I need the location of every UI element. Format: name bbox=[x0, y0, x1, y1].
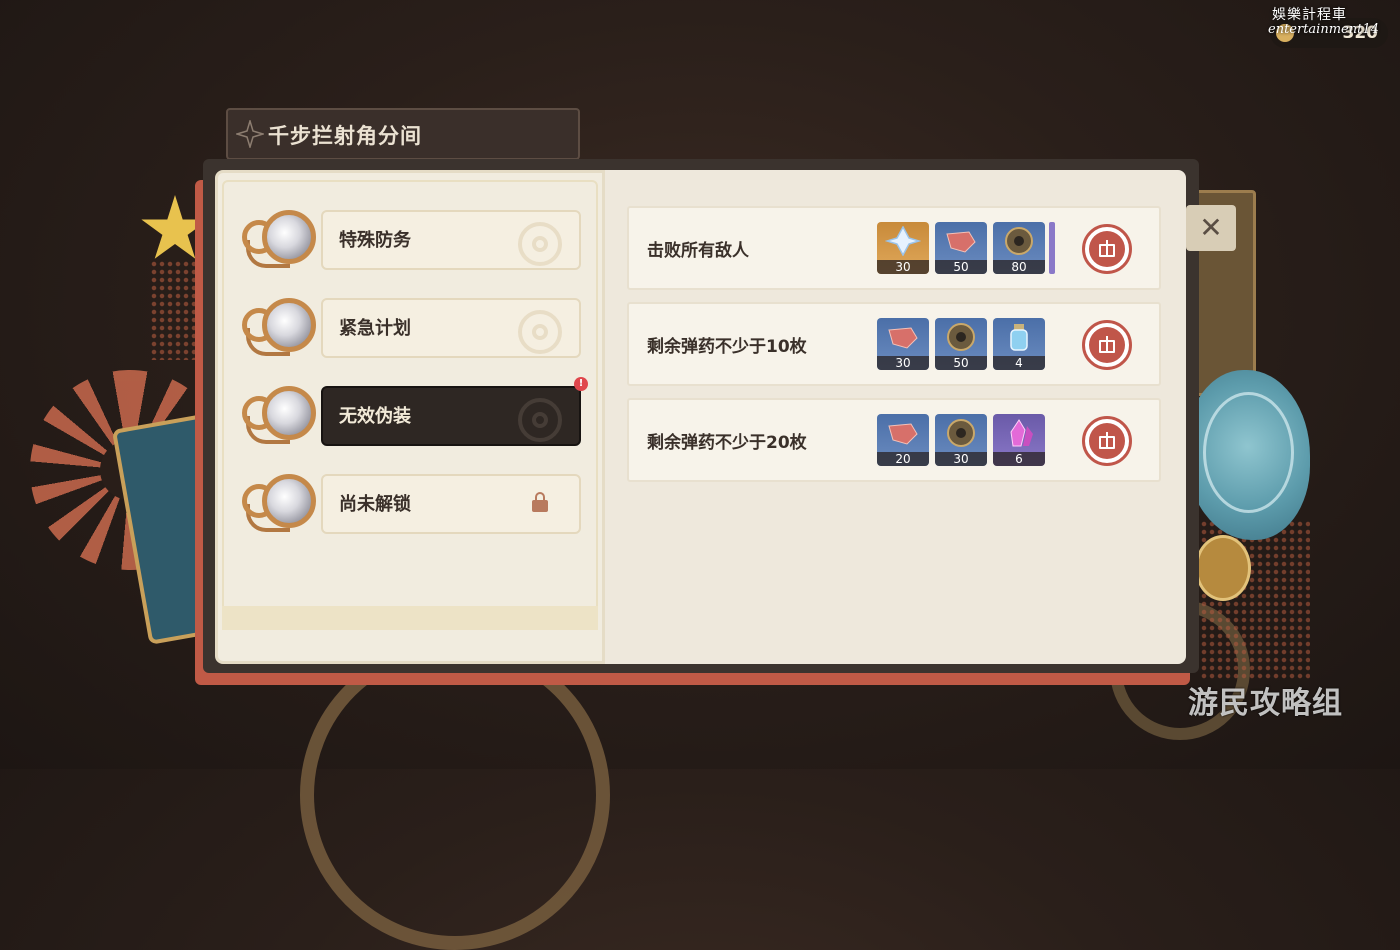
target-icon bbox=[518, 398, 562, 442]
hero-wit-icon[interactable]: 30 bbox=[877, 318, 929, 370]
level-label: 尚未解锁 bbox=[339, 494, 411, 515]
level-list-footer-ornament bbox=[222, 606, 598, 630]
medal-icon bbox=[240, 470, 316, 534]
compass-star-icon bbox=[236, 120, 264, 148]
target-icon bbox=[518, 310, 562, 354]
claim-reward-button[interactable] bbox=[1082, 224, 1132, 274]
lock-icon bbox=[532, 492, 548, 512]
task-description: 击败所有敌人 bbox=[647, 241, 749, 261]
reward-count: 30 bbox=[877, 356, 929, 370]
reward-count: 30 bbox=[935, 452, 987, 466]
task-row-3: 剩余弹药不少于20枚 20 30 6 bbox=[627, 398, 1161, 482]
wax-seal-decoration bbox=[1185, 370, 1310, 540]
claim-reward-button[interactable] bbox=[1082, 320, 1132, 370]
gift-icon bbox=[1089, 423, 1125, 459]
hero-wit-icon[interactable]: 50 bbox=[935, 222, 987, 274]
reward-count: 30 bbox=[877, 260, 929, 274]
medal-icon bbox=[240, 206, 316, 270]
watermark-top: 娛樂計程車 bbox=[1272, 7, 1347, 23]
gift-icon bbox=[1089, 231, 1125, 267]
watermark-logo: 游民攻略组 bbox=[1188, 686, 1343, 721]
watermark-top-sub: entertainment14 bbox=[1268, 22, 1379, 37]
claim-reward-button[interactable] bbox=[1082, 416, 1132, 466]
level-label: 特殊防务 bbox=[339, 230, 411, 251]
reward-overflow-edge bbox=[1049, 222, 1055, 274]
reward-count: 6 bbox=[993, 452, 1045, 466]
medal-icon bbox=[240, 294, 316, 358]
reward-count: 20 bbox=[877, 452, 929, 466]
task-description: 剩余弹药不少于10枚 bbox=[647, 337, 807, 357]
reward-count: 50 bbox=[935, 260, 987, 274]
coin-decoration bbox=[1195, 535, 1251, 601]
task-row-2: 剩余弹药不少于10枚 30 50 4 bbox=[627, 302, 1161, 386]
reward-count: 80 bbox=[993, 260, 1045, 274]
event-title-plate: 千步拦射角分间 bbox=[226, 108, 580, 160]
task-description: 剩余弹药不少于20枚 bbox=[647, 433, 807, 453]
close-button[interactable]: ✕ bbox=[1186, 205, 1236, 251]
reward-count: 50 bbox=[935, 356, 987, 370]
mystic-ore-icon[interactable]: 80 bbox=[993, 222, 1045, 274]
level-item-1[interactable]: 特殊防务 bbox=[236, 204, 581, 270]
gift-icon bbox=[1089, 327, 1125, 363]
level-item-2[interactable]: 紧急计划 bbox=[236, 292, 581, 358]
page-title: 千步拦射角分间 bbox=[268, 124, 422, 148]
level-item-4-locked[interactable]: 尚未解锁 bbox=[236, 468, 581, 534]
potion-icon[interactable]: 4 bbox=[993, 318, 1045, 370]
task-row-1: 击败所有敌人 30 50 80 bbox=[627, 206, 1161, 290]
crystal-icon[interactable]: 6 bbox=[993, 414, 1045, 466]
target-icon bbox=[518, 222, 562, 266]
mystic-ore-icon[interactable]: 50 bbox=[935, 318, 987, 370]
gear-decoration bbox=[300, 640, 610, 950]
level-label: 无效伪装 bbox=[339, 406, 411, 427]
level-item-3-selected[interactable]: 无效伪装 bbox=[236, 380, 581, 446]
mystic-ore-icon[interactable]: 30 bbox=[935, 414, 987, 466]
primogem-icon[interactable]: 30 bbox=[877, 222, 929, 274]
hero-wit-icon[interactable]: 20 bbox=[877, 414, 929, 466]
reward-count: 4 bbox=[993, 356, 1045, 370]
medal-icon bbox=[240, 382, 316, 446]
alert-badge: ! bbox=[574, 377, 588, 391]
level-label: 紧急计划 bbox=[339, 318, 411, 339]
